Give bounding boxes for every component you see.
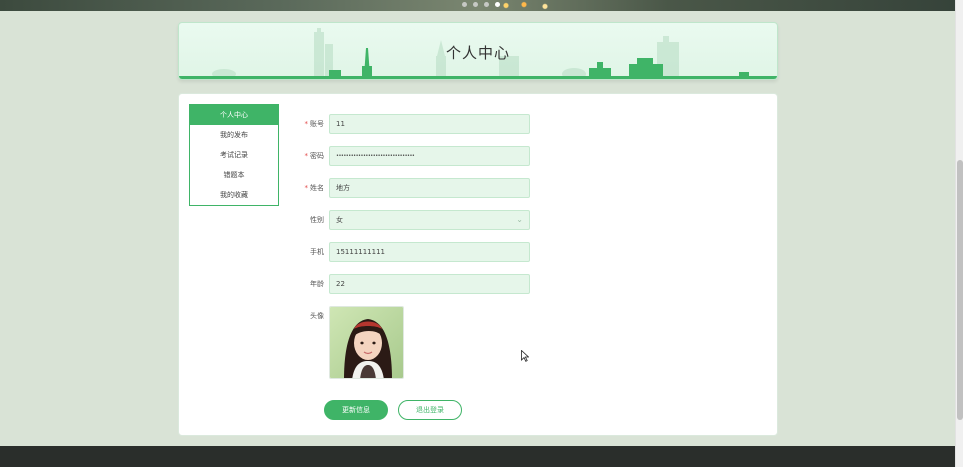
required-mark: * [304, 152, 309, 160]
phone-input[interactable]: 15111111111 [329, 242, 530, 262]
header-baseline [179, 76, 777, 79]
phone-label: 手机 [310, 248, 324, 256]
gender-select[interactable]: 女 ⌄ [329, 210, 530, 230]
scrollbar-thumb[interactable] [957, 160, 963, 420]
page-title: 个人中心 [445, 44, 510, 62]
phone-row: 手机 15111111111 [299, 242, 530, 262]
update-info-button[interactable]: 更新信息 [324, 400, 388, 420]
chevron-down-icon: ⌄ [516, 215, 523, 224]
sidebar-item-favorites[interactable]: 我的收藏 [190, 185, 278, 205]
age-input[interactable]: 22 [329, 274, 530, 294]
carousel-dot[interactable] [484, 2, 489, 7]
logout-button[interactable]: 退出登录 [398, 400, 462, 420]
required-mark: * [304, 120, 309, 128]
name-row: * 姓名 地方 [299, 178, 530, 198]
name-label: * 姓名 [304, 184, 325, 192]
sidebar-item-profile[interactable]: 个人中心 [190, 105, 278, 125]
carousel-dot[interactable] [473, 2, 478, 7]
gender-label: 性别 [310, 216, 324, 224]
gender-row: 性别 女 ⌄ [299, 210, 530, 230]
avatar-upload[interactable] [329, 306, 404, 379]
name-input[interactable]: 地方 [329, 178, 530, 198]
page-footer [0, 446, 955, 467]
sidebar-item-exam-records[interactable]: 考试记录 [190, 145, 278, 165]
age-row: 年龄 22 [299, 274, 530, 294]
carousel-dot-active[interactable] [495, 2, 500, 7]
password-label: * 密码 [304, 152, 325, 160]
sidebar-menu: 个人中心 我的发布 考试记录 错题本 我的收藏 [189, 104, 279, 206]
mouse-cursor-icon [521, 350, 529, 362]
account-input[interactable]: 11 [329, 114, 530, 134]
sidebar-item-my-posts[interactable]: 我的发布 [190, 125, 278, 145]
profile-panel: 个人中心 我的发布 考试记录 错题本 我的收藏 * 账号 11 * 密码 •••••… [178, 93, 778, 436]
top-banner [0, 0, 955, 11]
password-row: * 密码 •••••••••••••••••••••••••••••••• [299, 146, 530, 166]
city-lights-decoration [500, 1, 560, 10]
carousel-dot[interactable] [462, 2, 467, 7]
account-label: * 账号 [304, 120, 325, 128]
avatar-row: 头像 [299, 306, 409, 381]
vertical-scrollbar[interactable] [955, 0, 963, 467]
gender-select-value: 女 [336, 216, 343, 224]
sidebar-item-wrong-questions[interactable]: 错题本 [190, 165, 278, 185]
page-header: 个人中心 [178, 22, 778, 80]
carousel-indicators[interactable] [462, 2, 500, 7]
age-label: 年龄 [310, 280, 324, 288]
avatar-label: 头像 [310, 312, 324, 320]
account-row: * 账号 11 [299, 114, 530, 134]
password-input[interactable]: •••••••••••••••••••••••••••••••• [329, 146, 530, 166]
avatar-image [330, 307, 403, 378]
required-mark: * [304, 184, 309, 192]
